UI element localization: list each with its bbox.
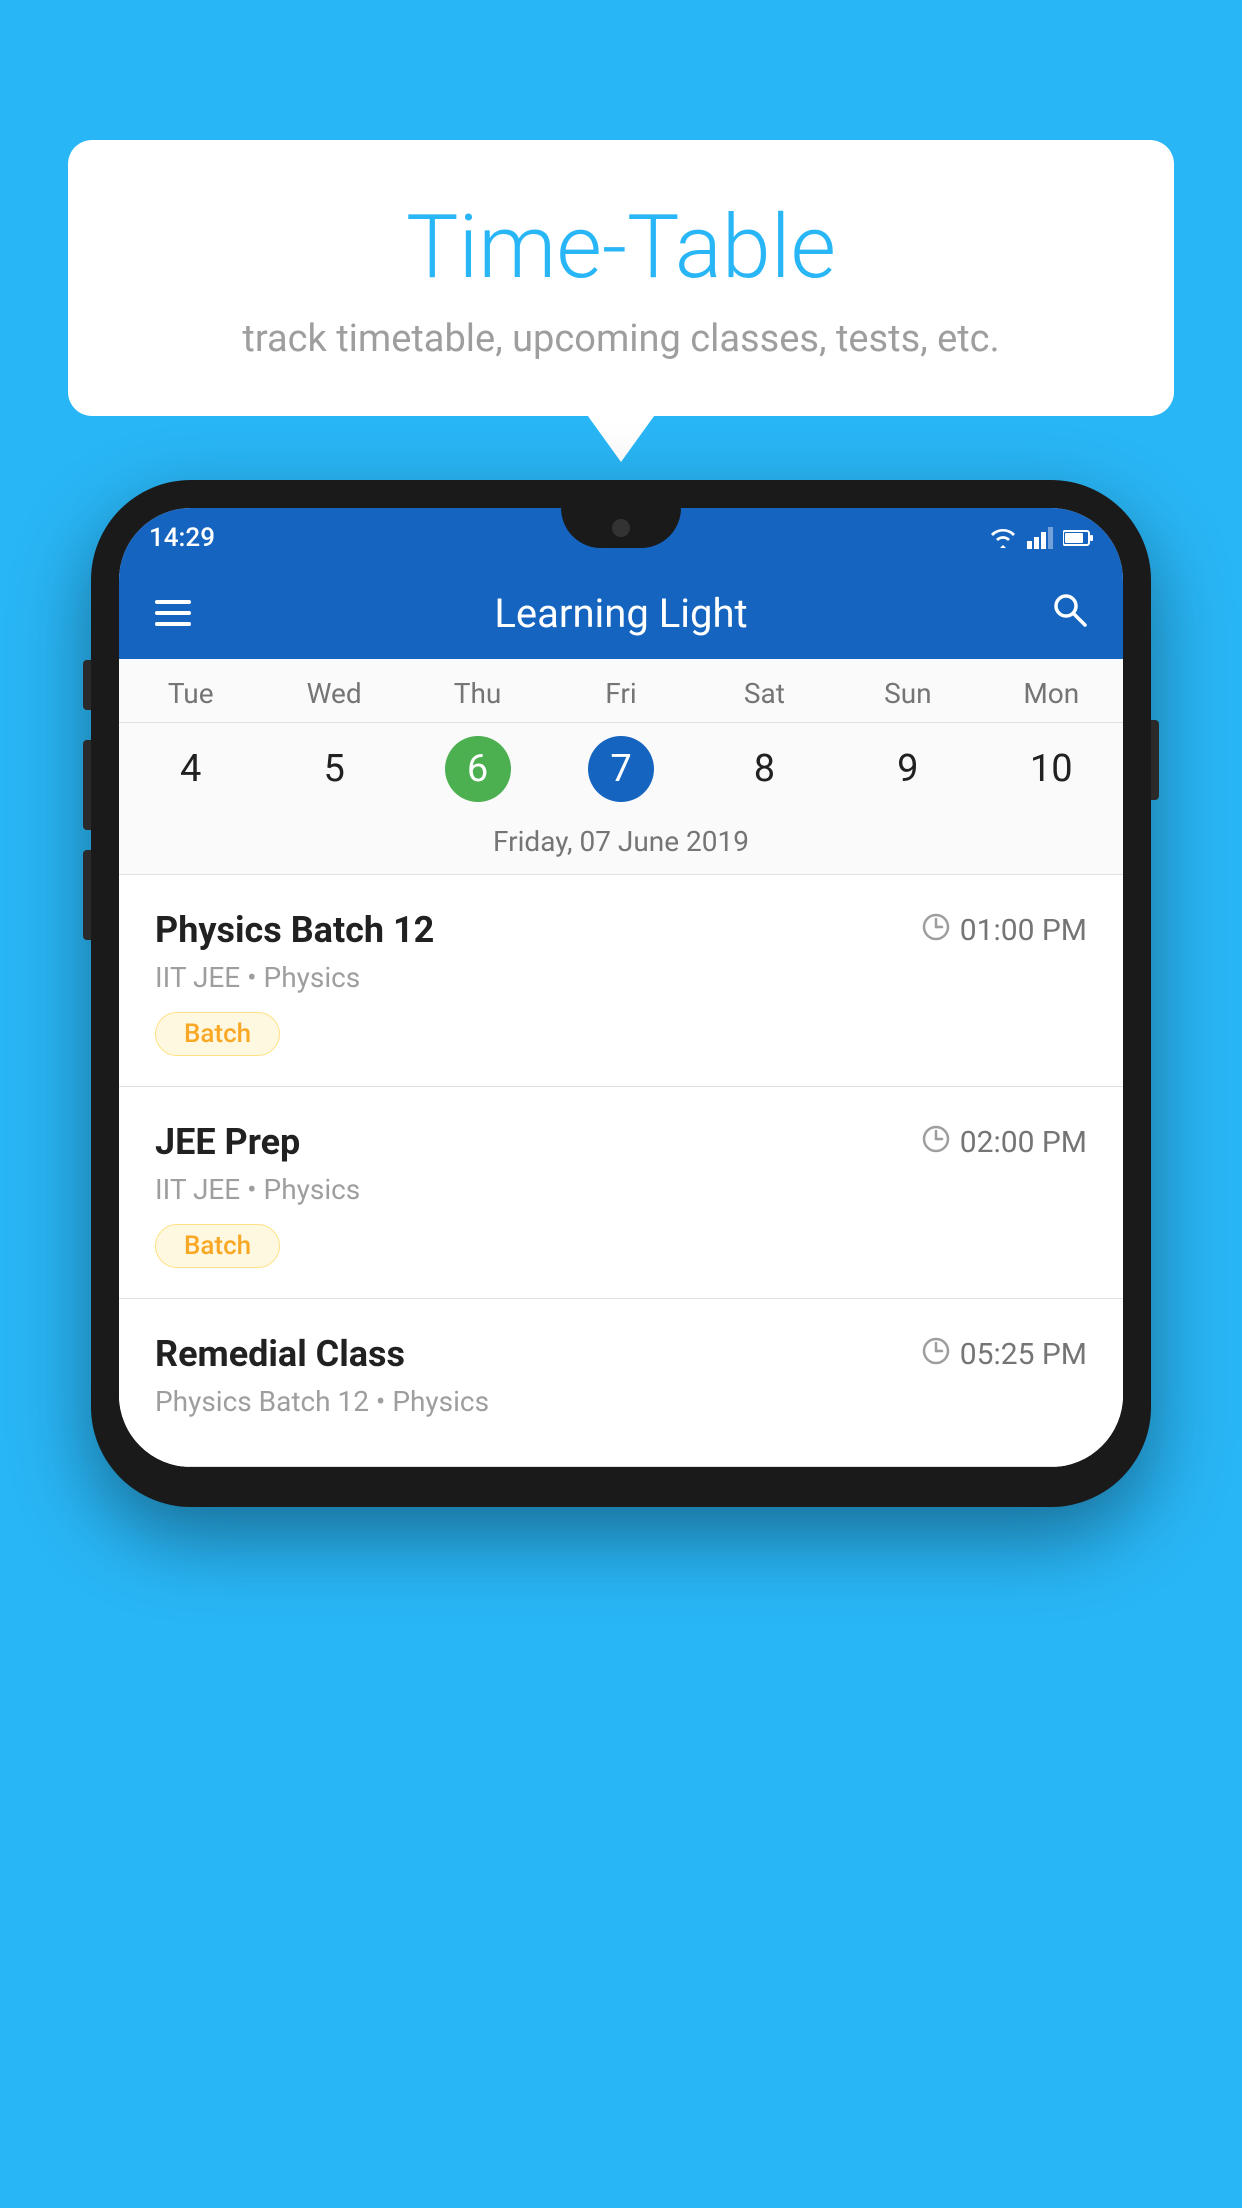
clock-icon-1 <box>922 913 950 948</box>
speech-bubble: Time-Table track timetable, upcoming cla… <box>68 140 1174 416</box>
signal-icon <box>1027 527 1053 549</box>
schedule-item-1-header: Physics Batch 12 01:00 PM <box>155 909 1087 951</box>
day-fri: Fri <box>549 659 692 722</box>
schedule-container: Physics Batch 12 01:00 PM <box>119 875 1123 1467</box>
date-10[interactable]: 10 <box>980 733 1123 805</box>
app-bar: Learning Light <box>119 568 1123 659</box>
day-numbers: 4 5 6 7 8 9 10 <box>119 723 1123 811</box>
volume-down-button <box>83 850 91 940</box>
phone-outer: 14:29 <box>91 480 1151 1507</box>
hamburger-icon[interactable] <box>155 592 191 636</box>
schedule-time-text-1: 01:00 PM <box>960 913 1087 948</box>
status-time: 14:29 <box>149 523 215 553</box>
date-4[interactable]: 4 <box>119 733 262 805</box>
day-sun: Sun <box>836 659 979 722</box>
battery-icon <box>1063 529 1093 547</box>
schedule-title-1: Physics Batch 12 <box>155 909 434 951</box>
date-6-today[interactable]: 6 <box>406 733 549 805</box>
schedule-time-2: 02:00 PM <box>922 1125 1087 1160</box>
day-thu: Thu <box>406 659 549 722</box>
calendar-strip: Tue Wed Thu Fri Sat Sun Mon 4 5 6 7 8 9 … <box>119 659 1123 875</box>
schedule-item-3-header: Remedial Class 05:25 PM <box>155 1333 1087 1375</box>
schedule-time-text-3: 05:25 PM <box>960 1337 1087 1372</box>
day-tue: Tue <box>119 659 262 722</box>
date-5[interactable]: 5 <box>262 733 405 805</box>
day-sat: Sat <box>693 659 836 722</box>
bubble-subtitle: track timetable, upcoming classes, tests… <box>118 317 1124 361</box>
phone-screen: 14:29 <box>119 508 1123 1467</box>
selected-date-label: Friday, 07 June 2019 <box>119 811 1123 875</box>
schedule-item-2-header: JEE Prep 02:00 PM <box>155 1121 1087 1163</box>
schedule-subtitle-2: IIT JEE • Physics <box>155 1173 1087 1206</box>
phone-mockup: 14:29 <box>91 480 1151 1507</box>
clock-icon-2 <box>922 1125 950 1160</box>
status-icons <box>989 527 1093 549</box>
status-bar: 14:29 <box>119 508 1123 568</box>
speech-bubble-wrapper: Time-Table track timetable, upcoming cla… <box>68 140 1174 416</box>
wifi-icon <box>989 527 1017 549</box>
date-9[interactable]: 9 <box>836 733 979 805</box>
power-button <box>1151 720 1159 800</box>
date-7-selected[interactable]: 7 <box>549 733 692 805</box>
schedule-title-3: Remedial Class <box>155 1333 405 1375</box>
schedule-item-2[interactable]: JEE Prep 02:00 PM <box>119 1087 1123 1299</box>
app-bar-title: Learning Light <box>494 590 747 637</box>
volume-up-button <box>83 740 91 830</box>
schedule-title-2: JEE Prep <box>155 1121 300 1163</box>
camera-dot <box>612 519 630 537</box>
notch <box>561 508 681 548</box>
date-8[interactable]: 8 <box>693 733 836 805</box>
schedule-item-1[interactable]: Physics Batch 12 01:00 PM <box>119 875 1123 1087</box>
day-headers: Tue Wed Thu Fri Sat Sun Mon <box>119 659 1123 723</box>
batch-tag-2: Batch <box>155 1224 280 1268</box>
bubble-title: Time-Table <box>118 200 1124 297</box>
search-icon[interactable] <box>1051 591 1087 637</box>
silent-button <box>83 660 91 710</box>
day-mon: Mon <box>980 659 1123 722</box>
schedule-time-1: 01:00 PM <box>922 913 1087 948</box>
clock-icon-3 <box>922 1337 950 1372</box>
batch-tag-1: Batch <box>155 1012 280 1056</box>
schedule-subtitle-1: IIT JEE • Physics <box>155 961 1087 994</box>
schedule-subtitle-3: Physics Batch 12 • Physics <box>155 1385 1087 1418</box>
day-wed: Wed <box>262 659 405 722</box>
schedule-time-3: 05:25 PM <box>922 1337 1087 1372</box>
schedule-item-3[interactable]: Remedial Class 05:25 PM <box>119 1299 1123 1467</box>
schedule-time-text-2: 02:00 PM <box>960 1125 1087 1160</box>
